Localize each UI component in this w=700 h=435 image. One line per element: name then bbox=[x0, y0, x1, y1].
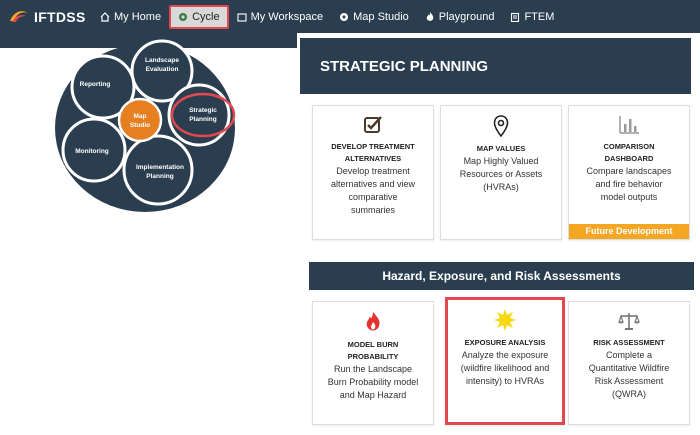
map-studio-label-1: Map bbox=[134, 113, 147, 120]
nav-cycle[interactable]: Cycle bbox=[169, 5, 229, 29]
folder-icon bbox=[237, 12, 247, 22]
map-values-title: MAP VALUES bbox=[476, 144, 526, 153]
monitoring-label: Monitoring bbox=[75, 148, 109, 155]
develop-treatment-desc-2: alternatives and view bbox=[330, 179, 416, 189]
reporting-label: Reporting bbox=[80, 81, 111, 88]
comparison-dashboard-title-2: DASHBOARD bbox=[604, 154, 654, 163]
comparison-dashboard-desc-2: and fire behavior bbox=[595, 179, 663, 189]
nav-playground-label: Playground bbox=[438, 10, 495, 23]
logo-text: IFTDSS bbox=[34, 8, 86, 25]
map-values-desc-2: Resources or Assets bbox=[459, 169, 543, 179]
scales-icon bbox=[618, 313, 640, 330]
map-studio-label-2: Studio bbox=[130, 122, 150, 129]
ifdss-logo[interactable]: IFTDSS bbox=[8, 9, 88, 25]
cycle-center-map-studio[interactable] bbox=[117, 97, 163, 143]
strategic-planning-header: STRATEGIC PLANNING bbox=[300, 38, 691, 94]
map-values-desc-3: (HVRAs) bbox=[483, 182, 519, 192]
map-pin-icon bbox=[340, 12, 349, 21]
nav-ftem-label: FTEM bbox=[524, 10, 555, 23]
implementation-planning-label-1: Implementation bbox=[136, 164, 184, 171]
map-marker-icon bbox=[493, 115, 509, 137]
fire-icon bbox=[426, 12, 434, 21]
exposure-analysis-desc-2: (wildfire likelihood and bbox=[460, 363, 550, 373]
map-values-card[interactable]: MAP VALUES Map Highly Valued Resources o… bbox=[440, 105, 562, 240]
logo-swoosh-icon bbox=[10, 10, 28, 22]
model-burn-probability-desc-3: and Map Hazard bbox=[339, 390, 407, 400]
sun-icon bbox=[494, 309, 516, 331]
bar-chart-icon bbox=[619, 116, 639, 134]
clipboard-icon bbox=[511, 12, 520, 22]
strategic-planning-label-1: Strategic bbox=[189, 107, 217, 114]
exposure-analysis-desc-1: Analyze the exposure bbox=[461, 350, 549, 360]
develop-treatment-title-1: DEVELOP TREATMENT bbox=[331, 142, 415, 151]
exposure-analysis-title: EXPOSURE ANALYSIS bbox=[464, 338, 546, 347]
model-burn-probability-desc-1: Run the Landscape bbox=[333, 364, 413, 374]
nav-ftem[interactable]: FTEM bbox=[502, 0, 562, 33]
home-icon bbox=[100, 11, 110, 22]
landscape-evaluation-label-1: Landscape bbox=[145, 57, 179, 64]
risk-assessment-card[interactable]: RISK ASSESSMENT Complete a Quantitative … bbox=[568, 301, 690, 425]
risk-assessment-desc-1: Complete a bbox=[605, 350, 653, 360]
risk-assessment-desc-2: Quantitative Wildfire bbox=[588, 363, 670, 373]
fire-icon bbox=[366, 312, 380, 331]
model-burn-probability-card[interactable]: MODEL BURN PROBABILITY Run the Landscape… bbox=[312, 301, 434, 425]
cycle-panel: Landscape Evaluation Reporting Monitorin… bbox=[0, 33, 297, 435]
landscape-evaluation-label-2: Evaluation bbox=[146, 66, 179, 73]
nav-my-workspace[interactable]: My Workspace bbox=[229, 0, 332, 33]
checkbox-edit-icon bbox=[364, 116, 382, 133]
cycle-icon bbox=[179, 13, 188, 21]
exposure-analysis-card[interactable]: EXPOSURE ANALYSIS Analyze the exposure (… bbox=[445, 297, 565, 425]
strategic-planning-label-2: Planning bbox=[189, 116, 216, 123]
risk-assessment-desc-4: (QWRA) bbox=[612, 389, 646, 399]
nav-my-home[interactable]: My Home bbox=[92, 0, 169, 33]
nav-my-workspace-label: My Workspace bbox=[250, 10, 324, 23]
risk-assessment-desc-3: Risk Assessment bbox=[594, 376, 664, 386]
model-burn-probability-title-2: PROBABILITY bbox=[347, 352, 399, 361]
develop-treatment-card[interactable]: DEVELOP TREATMENT ALTERNATIVES Develop t… bbox=[312, 105, 434, 240]
map-values-desc-1: Map Highly Valued bbox=[463, 156, 539, 166]
comparison-dashboard-card[interactable]: COMPARISON DASHBOARD Compare landscapes … bbox=[568, 105, 690, 240]
develop-treatment-desc-1: Develop treatment bbox=[336, 166, 410, 176]
nav-my-home-label: My Home bbox=[114, 10, 162, 23]
model-burn-probability-desc-2: Burn Probability model bbox=[327, 377, 419, 387]
nav-map-studio-label: Map Studio bbox=[353, 10, 409, 23]
implementation-planning-label-2: Planning bbox=[146, 173, 173, 180]
comparison-dashboard-desc-3: model outputs bbox=[600, 192, 658, 202]
top-navigation-bar: IFTDSS My Home Cycle My Workspace Map St… bbox=[0, 0, 700, 33]
develop-treatment-desc-3: comparative bbox=[348, 192, 398, 202]
hazard-assessments-header: Hazard, Exposure, and Risk Assessments bbox=[309, 262, 694, 290]
content-panel: STRATEGIC PLANNING DEVELOP TREATMENT ALT… bbox=[297, 33, 700, 435]
nav-map-studio[interactable]: Map Studio bbox=[331, 0, 417, 33]
comparison-dashboard-desc-1: Compare landscapes bbox=[586, 166, 672, 176]
nav-playground[interactable]: Playground bbox=[417, 0, 503, 33]
exposure-analysis-desc-3: intensity) to HVRAs bbox=[465, 376, 545, 386]
cycle-diagram: Landscape Evaluation Reporting Monitorin… bbox=[0, 33, 297, 233]
nav-cycle-label: Cycle bbox=[192, 11, 220, 23]
model-burn-probability-title-1: MODEL BURN bbox=[347, 340, 399, 349]
future-development-badge: Future Development bbox=[569, 224, 689, 239]
develop-treatment-title-2: ALTERNATIVES bbox=[344, 154, 402, 163]
develop-treatment-desc-4: summaries bbox=[350, 205, 395, 215]
risk-assessment-title: RISK ASSESSMENT bbox=[593, 338, 665, 347]
comparison-dashboard-title-1: COMPARISON bbox=[603, 142, 655, 151]
